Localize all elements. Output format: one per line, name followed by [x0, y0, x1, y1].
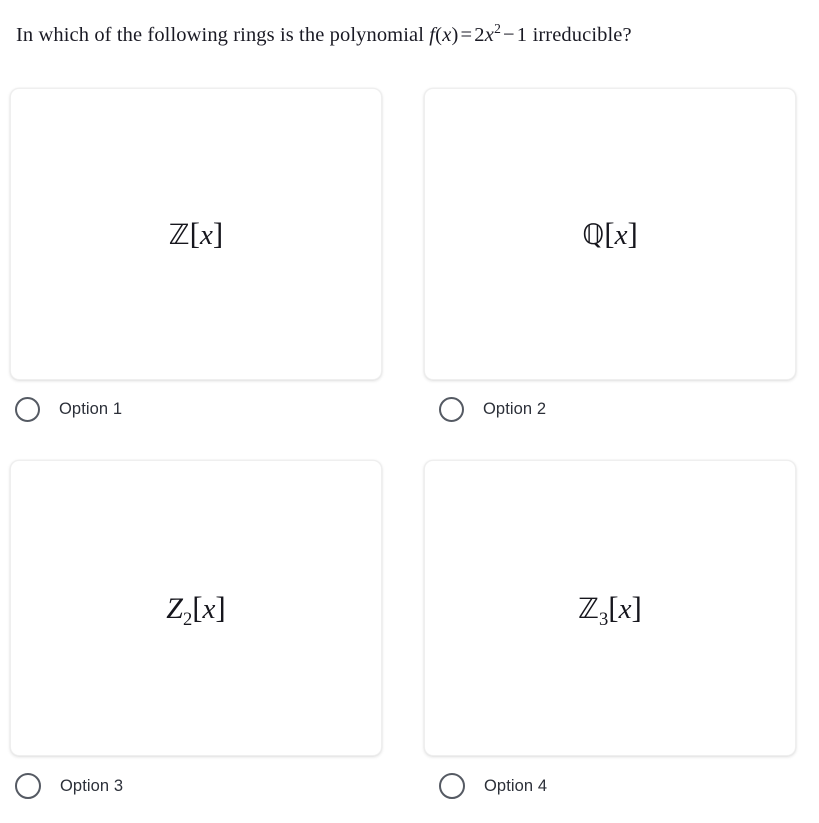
variable-2: x [614, 219, 628, 251]
bracket-close-2: ] [627, 216, 638, 251]
formula-operator: − [503, 24, 515, 46]
bracket-open-4: [ [608, 590, 619, 625]
question-text-before: In which of the following rings is the p… [16, 24, 425, 46]
formula-argument: x [442, 24, 452, 46]
question-formula: f(x)=2x2−1 [429, 21, 528, 46]
option-block-2: ℚ[x] Option 2 [424, 88, 796, 422]
option-radio-row-3[interactable]: Option 3 [15, 770, 123, 802]
option-card-3-math: Z2[x] [166, 590, 226, 629]
variable-1: x [199, 219, 213, 251]
option-block-3: Z2[x] Option 3 [10, 460, 382, 799]
option-radio-row-1[interactable]: Option 1 [15, 393, 122, 425]
formula-constant: 1 [516, 24, 528, 46]
option-block-4: ℤ3[x] Option 4 [424, 460, 796, 799]
radio-label-option-4[interactable]: Option 4 [484, 777, 547, 796]
radio-label-option-3[interactable]: Option 3 [60, 777, 123, 796]
radio-label-option-2[interactable]: Option 2 [483, 400, 546, 419]
bracket-open-1: [ [189, 216, 200, 251]
option-card-2-math: ℚ[x] [582, 218, 638, 250]
bracket-close-1: ] [212, 216, 224, 251]
formula-coefficient: 2 [474, 24, 485, 46]
radio-button-option-3[interactable] [15, 773, 41, 799]
quiz-question-page: In which of the following rings is the p… [0, 0, 819, 823]
bracket-open-3: [ [192, 590, 203, 625]
option-card-4-math: ℤ3[x] [578, 590, 642, 629]
bracket-close-3: ] [215, 590, 226, 625]
option-card-1[interactable]: ℤ[x] [10, 88, 382, 380]
radio-button-option-2[interactable] [439, 396, 464, 422]
option-card-3[interactable]: Z2[x] [10, 460, 382, 756]
option-card-4[interactable]: ℤ3[x] [424, 460, 796, 756]
bracket-close-4: ] [631, 590, 642, 625]
ring-symbol-4: ℤ [578, 592, 600, 625]
formula-variable: x [484, 24, 495, 46]
option-radio-row-4[interactable]: Option 4 [439, 770, 547, 802]
radio-label-option-1[interactable]: Option 1 [59, 400, 122, 419]
bracket-open-2: [ [604, 216, 615, 251]
radio-button-option-4[interactable] [439, 773, 465, 799]
question-prompt: In which of the following rings is the p… [16, 20, 806, 50]
variable-4: x [618, 593, 632, 625]
radio-button-option-1[interactable] [15, 396, 40, 422]
option-card-1-math: ℤ[x] [169, 218, 223, 250]
option-card-2[interactable]: ℚ[x] [424, 88, 796, 380]
ring-subscript-4: 3 [599, 608, 609, 630]
question-text-after: irreducible? [532, 24, 632, 46]
variable-3: x [202, 593, 216, 625]
formula-equals: = [460, 24, 473, 46]
ring-symbol-3: Z [166, 592, 183, 625]
ring-symbol-2: ℚ [582, 218, 605, 251]
option-block-1: ℤ[x] Option 1 [10, 88, 382, 422]
option-radio-row-2[interactable]: Option 2 [439, 393, 546, 425]
formula-exponent: 2 [494, 21, 502, 37]
ring-subscript-3: 2 [182, 608, 193, 630]
ring-symbol-1: ℤ [168, 218, 190, 251]
